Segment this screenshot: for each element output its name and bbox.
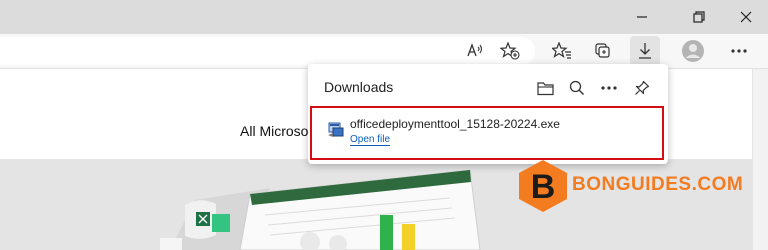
restore-icon (693, 11, 705, 23)
more-icon (731, 49, 747, 53)
bonguides-watermark-text: BONGUIDES.COM (572, 174, 744, 195)
open-folder-icon (537, 82, 554, 96)
open-downloads-folder-button[interactable] (533, 75, 559, 101)
close-button[interactable] (724, 0, 768, 34)
downloads-title: Downloads (324, 79, 394, 95)
add-favorite-button[interactable] (495, 36, 525, 66)
add-favorite-icon (500, 42, 520, 60)
favorites-button[interactable] (547, 36, 577, 66)
downloads-panel: Downloads officedeploymenttool_15128-202… (308, 64, 668, 164)
search-downloads-button[interactable] (564, 75, 590, 101)
all-microsoft-menu[interactable]: All Microso (240, 123, 308, 139)
pin-icon (635, 80, 650, 95)
bonguides-logo: B (519, 160, 567, 212)
downloads-more-options-button[interactable] (596, 75, 622, 101)
collections-icon (595, 43, 610, 58)
profile-avatar (682, 40, 704, 62)
more-options-icon (601, 86, 617, 90)
open-file-link[interactable]: Open file (350, 134, 391, 146)
pin-downloads-button[interactable] (629, 75, 655, 101)
minimize-icon (637, 16, 647, 18)
setup-file-icon (328, 122, 344, 137)
download-filename: officedeploymenttool_15128-20224.exe (350, 117, 560, 131)
downloads-button[interactable] (630, 36, 660, 66)
collections-button[interactable] (589, 36, 619, 66)
read-aloud-icon (467, 43, 483, 57)
downloads-icon (639, 43, 651, 59)
read-aloud-button[interactable] (460, 36, 490, 66)
search-icon (569, 80, 584, 95)
minimize-button[interactable] (620, 0, 664, 34)
title-bar (0, 0, 768, 34)
restore-button[interactable] (677, 0, 721, 34)
address-bar[interactable] (0, 37, 535, 65)
settings-more-button[interactable] (724, 36, 754, 66)
logo-letter: B (531, 168, 556, 206)
profile-button[interactable] (678, 36, 708, 66)
favorites-icon (552, 42, 571, 59)
download-item[interactable]: officedeploymenttool_15128-20224.exe Ope… (310, 106, 664, 160)
page-scrollbar[interactable] (752, 69, 768, 250)
close-icon (740, 11, 752, 23)
